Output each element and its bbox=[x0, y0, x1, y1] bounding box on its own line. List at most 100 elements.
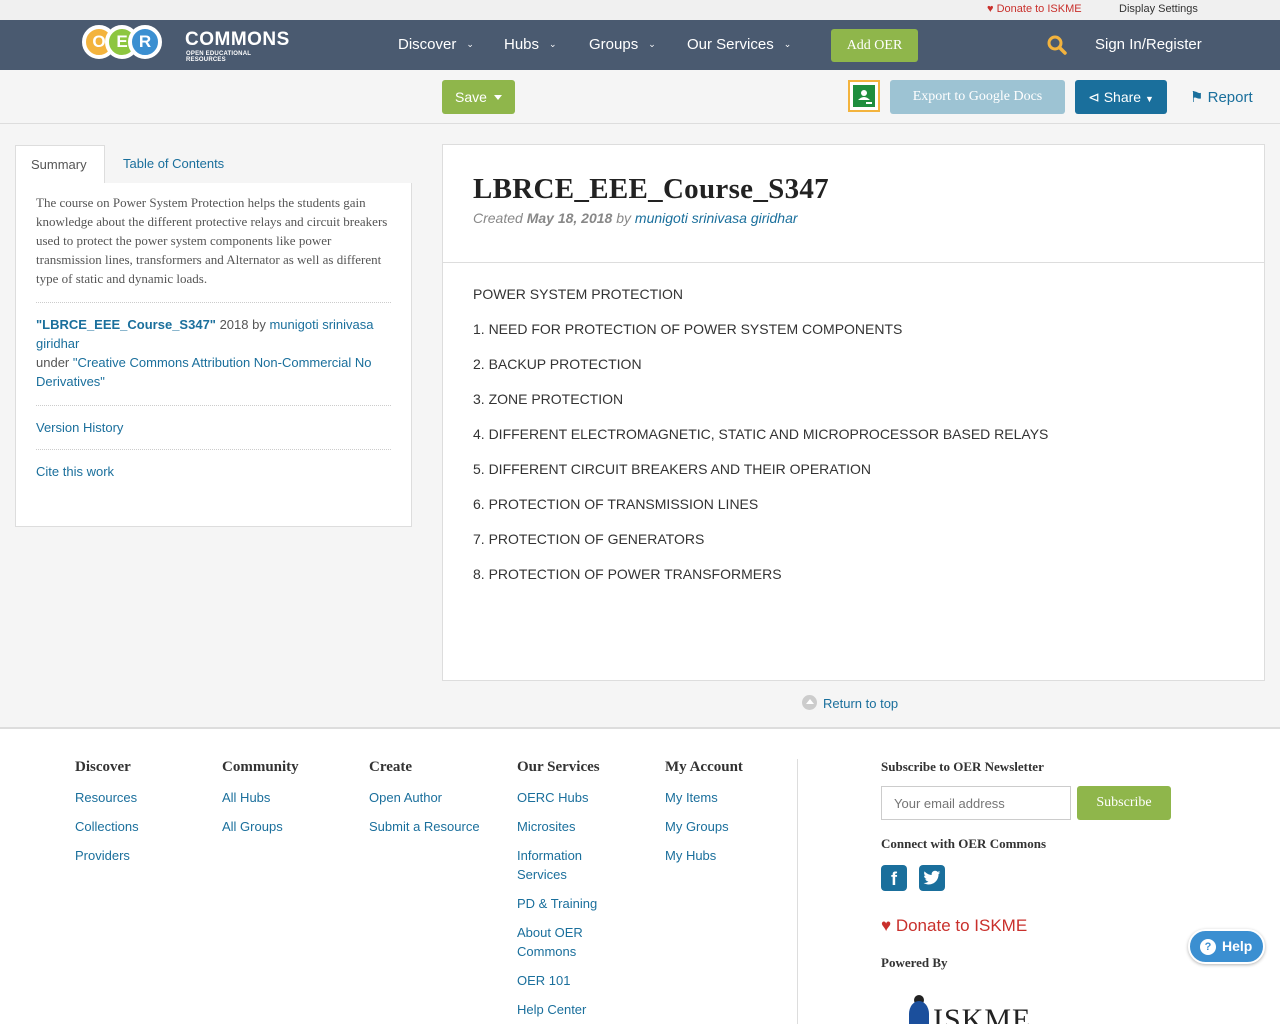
logo-circle-r: R bbox=[128, 25, 162, 59]
share-button[interactable]: ⊲ Share ▼ bbox=[1075, 80, 1167, 114]
help-button[interactable]: ? Help bbox=[1188, 929, 1265, 964]
return-to-top-link[interactable]: Return to top bbox=[802, 695, 898, 711]
content-line: 6. PROTECTION OF TRANSMISSION LINES bbox=[473, 496, 759, 512]
tab-table-of-contents[interactable]: Table of Contents bbox=[108, 145, 239, 184]
footer-link-microsites[interactable]: Microsites bbox=[517, 817, 627, 836]
license-link[interactable]: "Creative Commons Attribution Non-Commer… bbox=[36, 355, 372, 389]
version-history-link[interactable]: Version History bbox=[36, 406, 391, 450]
footer-divider bbox=[797, 759, 798, 1024]
tab-summary[interactable]: Summary bbox=[15, 145, 105, 184]
caret-down-icon bbox=[494, 95, 502, 100]
footer-heading: Our Services bbox=[517, 759, 600, 775]
resource-header: LBRCE_EEE_Course_S347 Created May 18, 20… bbox=[443, 145, 1264, 263]
share-icon: ⊲ bbox=[1088, 89, 1100, 105]
footer-link-help-center[interactable]: Help Center bbox=[517, 1000, 627, 1019]
summary-text: The course on Power System Protection he… bbox=[36, 193, 391, 303]
content-line: 8. PROTECTION OF POWER TRANSFORMERS bbox=[473, 566, 782, 582]
footer-heading: My Account bbox=[665, 759, 743, 775]
footer-link-my-groups[interactable]: My Groups bbox=[665, 817, 775, 836]
subscribe-button[interactable]: Subscribe bbox=[1077, 786, 1171, 820]
footer-heading: Community bbox=[222, 759, 299, 775]
heart-icon: ♥ bbox=[881, 916, 892, 935]
caret-down-icon: ▼ bbox=[1144, 94, 1154, 104]
footer-col-discover: Discover Resources Collections Providers bbox=[75, 759, 185, 875]
newsletter-email-input[interactable] bbox=[881, 786, 1071, 820]
nav-our-services[interactable]: Our Services ⌄ bbox=[687, 36, 791, 53]
search-icon[interactable] bbox=[1047, 35, 1067, 55]
oer-commons-logo[interactable]: O E R COMMONS OPEN EDUCATIONAL RESOURCES bbox=[82, 25, 290, 65]
resource-meta: Created May 18, 2018 by munigoti sriniva… bbox=[473, 210, 798, 226]
logo-word: COMMONS bbox=[185, 29, 290, 50]
footer-link-providers[interactable]: Providers bbox=[75, 846, 185, 865]
footer-col-create: Create Open Author Submit a Resource bbox=[369, 759, 499, 846]
summary-panel: The course on Power System Protection he… bbox=[15, 183, 412, 527]
display-settings-link[interactable]: Display Settings bbox=[1119, 3, 1198, 15]
content-line: 2. BACKUP PROTECTION bbox=[473, 356, 642, 372]
attribution: "LBRCE_EEE_Course_S347" 2018 by munigoti… bbox=[36, 303, 391, 406]
content-line: POWER SYSTEM PROTECTION bbox=[473, 286, 684, 302]
footer-link-pd-training[interactable]: PD & Training bbox=[517, 894, 627, 913]
content-line: 1. NEED FOR PROTECTION OF POWER SYSTEM C… bbox=[473, 321, 903, 337]
nav-hubs[interactable]: Hubs ⌄ bbox=[504, 36, 557, 53]
add-oer-button[interactable]: Add OER bbox=[831, 29, 918, 62]
google-classroom-icon[interactable] bbox=[848, 80, 880, 112]
footer-link-all-hubs[interactable]: All Hubs bbox=[222, 788, 332, 807]
footer-link-resources[interactable]: Resources bbox=[75, 788, 185, 807]
resource-content: LBRCE_EEE_Course_S347 Created May 18, 20… bbox=[442, 144, 1265, 681]
footer-link-my-items[interactable]: My Items bbox=[665, 788, 775, 807]
save-button[interactable]: Save bbox=[442, 80, 515, 114]
site-footer: Discover Resources Collections Providers… bbox=[0, 727, 1280, 1024]
footer-donate-link[interactable]: ♥ Donate to ISKME bbox=[881, 916, 1027, 936]
sign-in-register-link[interactable]: Sign In/Register bbox=[1095, 36, 1202, 53]
footer-link-information-services[interactable]: Information Services bbox=[517, 846, 607, 884]
utility-bar: ♥ Donate to ISKME Display Settings bbox=[0, 0, 1280, 20]
chevron-down-icon: ⌄ bbox=[466, 39, 474, 49]
export-google-docs-button[interactable]: Export to Google Docs bbox=[890, 80, 1065, 114]
resource-body: POWER SYSTEM PROTECTION 1. NEED FOR PROT… bbox=[443, 263, 1264, 622]
nav-discover[interactable]: Discover ⌄ bbox=[398, 36, 474, 53]
donate-link[interactable]: ♥ Donate to ISKME bbox=[987, 3, 1082, 15]
author-link[interactable]: munigoti srinivasa giridhar bbox=[635, 210, 798, 226]
heart-icon: ♥ bbox=[987, 3, 994, 15]
summary-tabs: Summary Table of Contents bbox=[15, 145, 412, 184]
footer-link-all-groups[interactable]: All Groups bbox=[222, 817, 332, 836]
twitter-icon[interactable] bbox=[919, 865, 945, 891]
main-navbar: O E R COMMONS OPEN EDUCATIONAL RESOURCES… bbox=[0, 20, 1280, 70]
footer-link-oerc-hubs[interactable]: OERC Hubs bbox=[517, 788, 627, 807]
powered-by-label: Powered By bbox=[881, 955, 948, 970]
footer-link-oer-101[interactable]: OER 101 bbox=[517, 971, 627, 990]
chevron-down-icon: ⌄ bbox=[783, 39, 792, 49]
chevron-down-icon: ⌄ bbox=[549, 39, 557, 49]
newsletter-heading: Subscribe to OER Newsletter bbox=[881, 759, 1044, 774]
content-line: 4. DIFFERENT ELECTROMAGNETIC, STATIC AND… bbox=[473, 426, 1049, 442]
footer-col-our-services: Our Services OERC Hubs Microsites Inform… bbox=[517, 759, 627, 1024]
iskme-logo[interactable]: ISKME bbox=[909, 995, 1089, 1024]
question-icon: ? bbox=[1200, 939, 1216, 955]
chevron-up-icon bbox=[802, 695, 817, 710]
chevron-down-icon: ⌄ bbox=[648, 39, 656, 49]
content-line: 5. DIFFERENT CIRCUIT BREAKERS AND THEIR … bbox=[473, 461, 872, 477]
classroom-person-icon bbox=[858, 90, 872, 104]
connect-heading: Connect with OER Commons bbox=[881, 836, 1047, 851]
footer-col-community: Community All Hubs All Groups bbox=[222, 759, 332, 846]
footer-heading: Create bbox=[369, 759, 413, 775]
content-line: 7. PROTECTION OF GENERATORS bbox=[473, 531, 705, 547]
footer-link-my-hubs[interactable]: My Hubs bbox=[665, 846, 775, 865]
facebook-icon[interactable]: f bbox=[881, 865, 907, 891]
nav-groups[interactable]: Groups ⌄ bbox=[589, 36, 656, 53]
flag-icon: ⚑ bbox=[1190, 89, 1204, 106]
content-line: 3. ZONE PROTECTION bbox=[473, 391, 624, 407]
report-link[interactable]: ⚑ Report bbox=[1190, 88, 1253, 106]
footer-link-submit-resource[interactable]: Submit a Resource bbox=[369, 817, 499, 836]
footer-link-collections[interactable]: Collections bbox=[75, 817, 185, 836]
page-title: LBRCE_EEE_Course_S347 bbox=[473, 173, 829, 205]
logo-tagline: OPEN EDUCATIONAL RESOURCES bbox=[186, 51, 251, 63]
created-date: May 18, 2018 bbox=[526, 210, 613, 226]
footer-link-open-author[interactable]: Open Author bbox=[369, 788, 499, 807]
cite-this-work-link[interactable]: Cite this work bbox=[36, 450, 391, 493]
footer-link-about[interactable]: About OER Commons bbox=[517, 923, 607, 961]
resource-action-bar: Save Export to Google Docs ⊲ Share ▼ ⚑ R… bbox=[0, 70, 1280, 124]
attribution-title-link[interactable]: "LBRCE_EEE_Course_S347" bbox=[36, 317, 216, 332]
newsletter-section: Subscribe to OER Newsletter Subscribe Co… bbox=[881, 759, 1271, 1024]
footer-heading: Discover bbox=[75, 759, 131, 775]
